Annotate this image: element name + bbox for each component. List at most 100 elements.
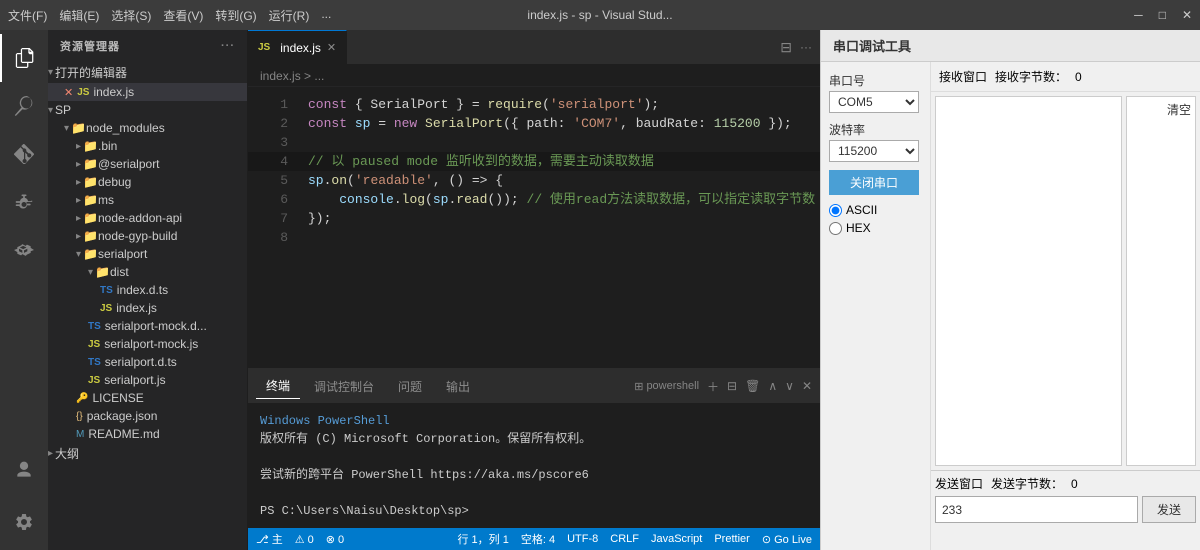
folder-ms[interactable]: ▸ 📁 ms	[48, 191, 247, 209]
folder-debug[interactable]: ▸ 📁 debug	[48, 173, 247, 191]
chevron-right-icon: ▸	[76, 177, 81, 188]
split-editor-icon[interactable]: ⊟	[780, 39, 792, 56]
hex-radio[interactable]	[829, 222, 842, 235]
line-number: 1	[256, 95, 288, 114]
file-serialport-dts[interactable]: TS serialport.d.ts	[48, 353, 247, 371]
close-terminal-btn[interactable]: ✕	[802, 379, 812, 393]
close-icon[interactable]: ✕	[64, 86, 73, 99]
serial-panel: 串口调试工具 串口号 COM5 COM1 COM2 COM3 COM4 COM	[820, 30, 1200, 550]
folder-dist[interactable]: ▾ 📁 dist	[48, 263, 247, 281]
tab-output[interactable]: 输出	[436, 374, 480, 399]
indentation[interactable]: 空格: 4	[521, 531, 555, 547]
send-input[interactable]	[935, 496, 1138, 523]
close-port-button[interactable]: 关闭串口	[829, 170, 919, 195]
ascii-radio-label[interactable]: ASCII	[829, 203, 922, 217]
sp-section-header[interactable]: ▾ SP	[48, 101, 247, 119]
open-file-label: index.js	[93, 85, 134, 99]
file-package-json[interactable]: {} package.json	[48, 407, 247, 425]
chevron-right-icon: ▸	[48, 448, 53, 459]
split-terminal-btn[interactable]: ⊟	[727, 379, 737, 393]
ascii-radio[interactable]	[829, 204, 842, 217]
tab-debug-console[interactable]: 调试控制台	[304, 374, 384, 399]
file-label: LICENSE	[92, 391, 143, 405]
go-live-btn[interactable]: ⊙ Go Live	[762, 533, 812, 546]
file-serialport-js[interactable]: JS serialport.js	[48, 371, 247, 389]
folder-icon: 📁	[83, 229, 98, 243]
folder-icon: 📁	[83, 157, 98, 171]
folder-serialport[interactable]: ▾ 📁 serialport	[48, 245, 247, 263]
serial-panel-title: 串口调试工具	[821, 30, 1200, 62]
menu-edit[interactable]: 编辑(E)	[59, 7, 99, 24]
delete-terminal-btn[interactable]: 🗑	[745, 379, 760, 393]
activity-debug[interactable]	[0, 178, 48, 226]
sidebar-title: 资源管理器	[60, 38, 120, 54]
line-number: 8	[256, 228, 288, 247]
open-editors-header[interactable]: ▾ 打开的编辑器	[48, 62, 247, 83]
folder-label: debug	[98, 175, 131, 189]
right-receive-window[interactable]: 清空	[1126, 96, 1196, 466]
send-area: 发送窗口 发送字节数： 0 发送	[931, 470, 1200, 550]
code-editor[interactable]: 1 const { SerialPort } = require('serial…	[248, 87, 820, 368]
file-license[interactable]: 🔑 LICENSE	[48, 389, 247, 407]
menu-goto[interactable]: 转到(G)	[215, 7, 256, 24]
sidebar-more-btn[interactable]: ···	[221, 40, 235, 52]
outline-section[interactable]: ▸ 大纲	[48, 443, 247, 464]
encoding[interactable]: UTF-8	[567, 533, 598, 545]
errors-warnings[interactable]: ⚠ 0	[295, 533, 314, 546]
js-icon: JS	[88, 375, 100, 386]
minimize-btn[interactable]: ─	[1134, 8, 1143, 22]
port-select[interactable]: COM5 COM1 COM2 COM3 COM4 COM6	[829, 91, 919, 113]
activity-git[interactable]	[0, 130, 48, 178]
cursor-position[interactable]: 行 1，列 1	[457, 531, 508, 547]
file-index-dts[interactable]: TS index.d.ts	[48, 281, 247, 299]
hex-radio-label[interactable]: HEX	[829, 221, 922, 235]
menu-file[interactable]: 文件(F)	[8, 7, 47, 24]
menu-select[interactable]: 选择(S)	[111, 7, 151, 24]
language-mode[interactable]: JavaScript	[651, 533, 702, 545]
terminal-content[interactable]: Windows PowerShell 版权所有 (C) Microsoft Co…	[248, 404, 820, 528]
line-ending[interactable]: CRLF	[610, 533, 639, 545]
add-terminal-btn[interactable]: ＋	[707, 378, 719, 395]
activity-search[interactable]	[0, 82, 48, 130]
folder-node-modules[interactable]: ▾ 📁 node_modules	[48, 119, 247, 137]
folder-node-gyp[interactable]: ▸ 📁 node-gyp-build	[48, 227, 247, 245]
warnings[interactable]: ⊗ 0	[326, 533, 344, 546]
folder-node-addon[interactable]: ▸ 📁 node-addon-api	[48, 209, 247, 227]
folder-serialport-scope[interactable]: ▸ 📁 @serialport	[48, 155, 247, 173]
chevron-up-icon[interactable]: ∧	[768, 379, 777, 393]
chevron-down-icon: ▾	[64, 123, 69, 134]
tab-close-btn[interactable]: ✕	[327, 41, 336, 54]
activity-explorer[interactable]	[0, 34, 48, 82]
activity-extensions[interactable]	[0, 226, 48, 274]
file-serialport-mock-dts[interactable]: TS serialport-mock.d...	[48, 317, 247, 335]
clear-receive-btn[interactable]: 清空	[1167, 101, 1191, 118]
close-btn[interactable]: ✕	[1182, 8, 1192, 22]
more-actions-icon[interactable]: ···	[800, 40, 812, 54]
send-button[interactable]: 发送	[1142, 496, 1196, 523]
menu-view[interactable]: 查看(V)	[163, 7, 203, 24]
tab-terminal[interactable]: 终端	[256, 373, 300, 399]
open-file-index-js[interactable]: ✕ JS index.js	[48, 83, 247, 101]
powershell-label: ⊞ powershell	[634, 380, 699, 393]
code-content	[308, 133, 812, 152]
activity-accounts[interactable]	[0, 446, 48, 494]
chevron-down-icon[interactable]: ∨	[785, 379, 794, 393]
terminal-tab-bar: 终端 调试控制台 问题 输出 ⊞ powershell ＋ ⊟ 🗑 ∧ ∨ ✕	[248, 369, 820, 404]
menu-more[interactable]: ...	[321, 7, 331, 24]
tab-problems[interactable]: 问题	[388, 374, 432, 399]
folder-bin[interactable]: ▸ 📁 .bin	[48, 137, 247, 155]
folder-icon: 📁	[83, 175, 98, 189]
baud-select[interactable]: 115200 9600 19200 38400 57600 230400	[829, 140, 919, 162]
file-serialport-mock-js[interactable]: JS serialport-mock.js	[48, 335, 247, 353]
maximize-btn[interactable]: □	[1159, 8, 1166, 22]
activity-settings[interactable]	[0, 498, 48, 546]
ascii-label: ASCII	[846, 203, 877, 217]
receive-window[interactable]	[935, 96, 1122, 466]
formatter[interactable]: Prettier	[714, 533, 749, 545]
menu-run[interactable]: 运行(R)	[269, 7, 310, 24]
git-branch[interactable]: ⎇ 主	[256, 531, 283, 547]
tab-index-js[interactable]: JS index.js ✕	[248, 30, 347, 64]
js-icon: JS	[77, 87, 89, 98]
file-index-js-dist[interactable]: JS index.js	[48, 299, 247, 317]
file-readme[interactable]: M README.md	[48, 425, 247, 443]
